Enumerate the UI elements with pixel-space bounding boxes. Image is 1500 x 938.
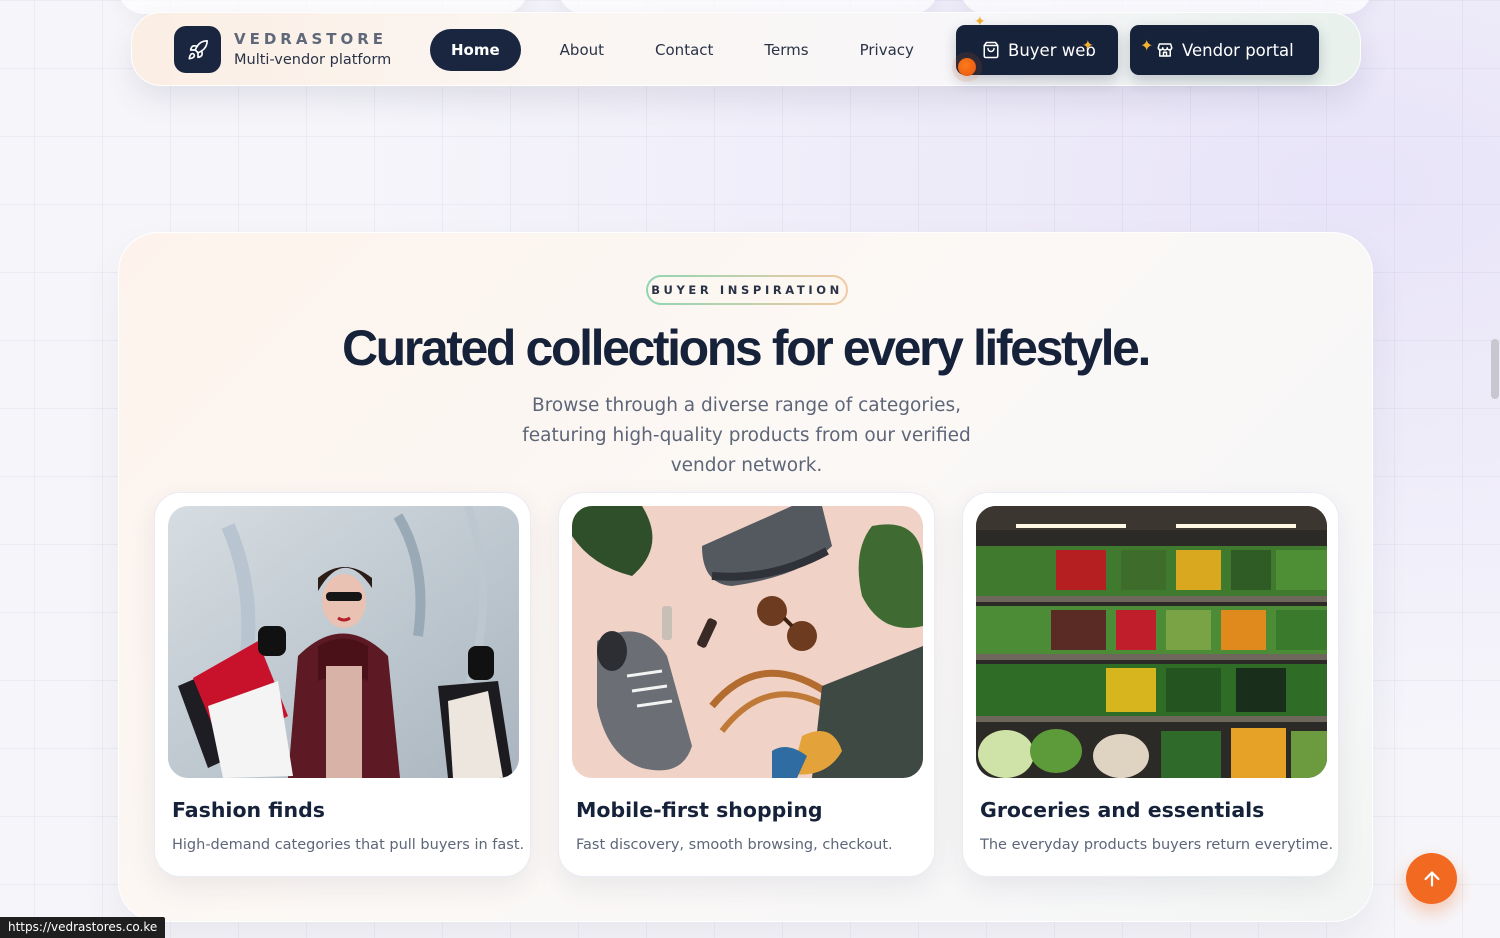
glow-orb: [958, 58, 976, 76]
section-headline: Curated collections for every lifestyle.: [341, 320, 1152, 376]
buyer-web-button[interactable]: Buyer web ✦: [956, 25, 1118, 75]
brand-logo-link[interactable]: [174, 26, 221, 73]
collection-card-fashion[interactable]: Fashion finds High-demand categories tha…: [154, 492, 531, 877]
card-title: Fashion finds: [172, 798, 325, 822]
card-description: Fast discovery, smooth browsing, checkou…: [576, 837, 893, 853]
status-bar-url: https://vedrastores.co.ke: [0, 917, 166, 938]
collection-card-mobile-first[interactable]: Mobile-first shopping Fast discovery, sm…: [558, 492, 935, 877]
sparkle-icon: ✦: [1082, 38, 1094, 54]
nav-privacy[interactable]: Privacy: [839, 29, 935, 71]
scroll-to-top-button[interactable]: [1406, 853, 1457, 904]
groceries-image: [976, 506, 1327, 778]
rocket-icon: [187, 39, 208, 60]
card-description: The everyday products buyers return ever…: [980, 837, 1334, 853]
sparkle-icon: ✦: [1140, 36, 1154, 55]
top-navbar: VEDRASTORE Multi-vendor platform Home Ab…: [131, 12, 1361, 86]
nav-home[interactable]: Home: [430, 29, 521, 71]
card-description: High-demand categories that pull buyers …: [172, 837, 525, 853]
brand-tagline: Multi-vendor platform: [234, 52, 392, 68]
nav-terms[interactable]: Terms: [743, 29, 829, 71]
nav-contact[interactable]: Contact: [634, 29, 734, 71]
shopping-bag-icon: [983, 41, 999, 59]
mobile-shopping-image: [572, 506, 923, 778]
arrow-up-icon: [1423, 870, 1440, 887]
card-title: Groceries and essentials: [980, 798, 1265, 822]
vendor-portal-button[interactable]: ✦ Vendor portal: [1130, 25, 1319, 75]
vendor-portal-label: Vendor portal: [1182, 40, 1294, 60]
fashion-image: [168, 506, 519, 778]
buyer-inspiration-section: BUYER INSPIRATION Curated collections fo…: [118, 232, 1373, 922]
storefront-icon: [1157, 43, 1173, 57]
section-subtext: Browse through a diverse range of catego…: [522, 395, 971, 476]
collection-card-groceries[interactable]: Groceries and essentials The everyday pr…: [962, 492, 1339, 877]
card-title: Mobile-first shopping: [576, 798, 823, 822]
page-scrollbar-thumb[interactable]: [1491, 339, 1499, 399]
primary-nav: Home About Contact Terms Privacy: [430, 29, 935, 71]
section-eyebrow-badge: BUYER INSPIRATION: [646, 275, 848, 305]
nav-about[interactable]: About: [539, 29, 625, 71]
brand-name: VEDRASTORE: [234, 30, 388, 48]
